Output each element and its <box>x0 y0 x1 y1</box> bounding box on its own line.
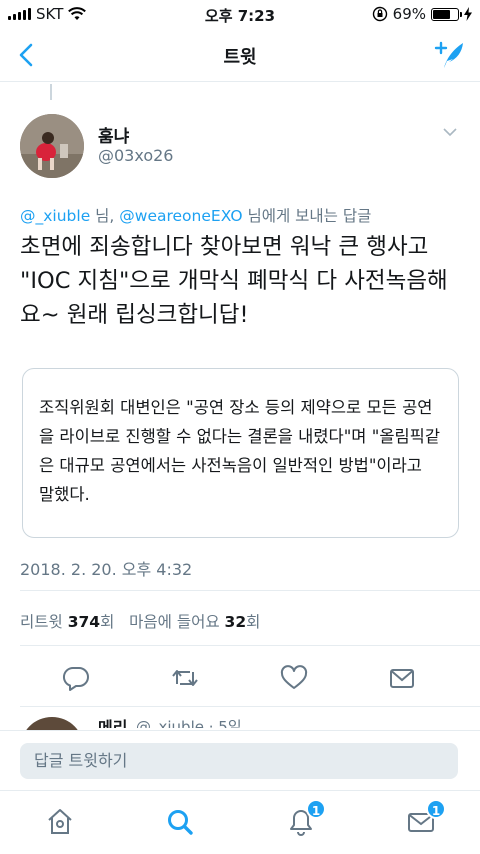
status-right: 69% <box>372 5 472 23</box>
battery-icon <box>431 7 462 21</box>
reply-separator: 님, <box>90 207 120 225</box>
divider <box>20 645 480 646</box>
thread-line <box>50 84 52 100</box>
battery-percent: 69% <box>392 5 426 23</box>
messages-badge: 1 <box>426 799 446 819</box>
reply-composer-bar: 답글 트윗하기 <box>0 730 480 790</box>
tweet-text: 초면에 죄송합니다 찾아보면 워낙 큰 행사고 "IOC 지침"으로 개막식 폐… <box>20 234 448 328</box>
tweet-stats: 리트윗 374회 마음에 들어요 32회 <box>20 610 260 632</box>
like-stat[interactable]: 마음에 들어요 32회 <box>129 613 260 631</box>
avatar-photo <box>20 114 84 178</box>
divider <box>20 706 480 707</box>
tab-bar: 1 1 <box>0 790 480 854</box>
like-count: 32 <box>224 613 247 631</box>
reply-suffix: 님에게 보내는 답글 <box>242 207 372 225</box>
like-label: 마음에 들어요 <box>129 613 225 631</box>
divider <box>20 590 480 591</box>
mention-link[interactable]: @_xiuble <box>20 207 90 225</box>
quote-card[interactable]: 조직위원회 대변인은 "공연 장소 등의 제약으로 모든 공연을 라이브로 진행… <box>22 368 459 538</box>
display-name[interactable]: 메리 <box>98 714 127 728</box>
home-icon[interactable] <box>45 807 75 837</box>
tweet-actions <box>0 660 480 696</box>
display-name[interactable]: 훔냐 <box>98 122 129 147</box>
search-icon[interactable] <box>165 807 195 837</box>
user-handle[interactable]: @03xo26 <box>98 146 173 165</box>
tweet-timestamp: 2018. 2. 20. 오후 4:32 <box>20 560 193 579</box>
chevron-down-icon[interactable] <box>442 126 458 138</box>
compose-feather-icon[interactable] <box>432 38 466 72</box>
quote-text: 조직위원회 대변인은 "공연 장소 등의 제약으로 모든 공연을 라이브로 진행… <box>39 398 441 504</box>
mention-link[interactable]: @weareoneEXO <box>119 207 242 225</box>
reply-input[interactable]: 답글 트윗하기 <box>20 743 458 779</box>
dm-share-icon[interactable] <box>388 664 416 692</box>
avatar[interactable] <box>20 114 84 178</box>
retweet-icon[interactable] <box>171 664 199 692</box>
orientation-lock-icon <box>372 6 387 22</box>
notification-badge: 1 <box>306 799 326 819</box>
reply-meta: @_xiuble · 5일 <box>136 718 242 728</box>
notifications-tab[interactable]: 1 <box>286 799 326 837</box>
status-bar: SKT 오후 7:23 69% <box>0 0 480 28</box>
like-unit: 회 <box>246 613 261 631</box>
charging-bolt-icon <box>464 7 472 21</box>
retweet-count: 374 <box>67 613 101 631</box>
heart-icon[interactable] <box>280 664 308 692</box>
reply-context: @_xiuble 님, @weareoneEXO 님에게 보내는 답글 <box>20 204 371 226</box>
retweet-label: 리트윗 <box>20 613 68 631</box>
page-title: 트윗 <box>223 47 257 68</box>
messages-tab[interactable]: 1 <box>406 799 446 837</box>
retweet-stat[interactable]: 리트윗 374회 <box>20 613 114 631</box>
nav-bar: 트윗 <box>0 28 480 82</box>
retweet-unit: 회 <box>100 613 115 631</box>
reply-icon[interactable] <box>62 664 90 692</box>
battery-level <box>433 9 450 19</box>
